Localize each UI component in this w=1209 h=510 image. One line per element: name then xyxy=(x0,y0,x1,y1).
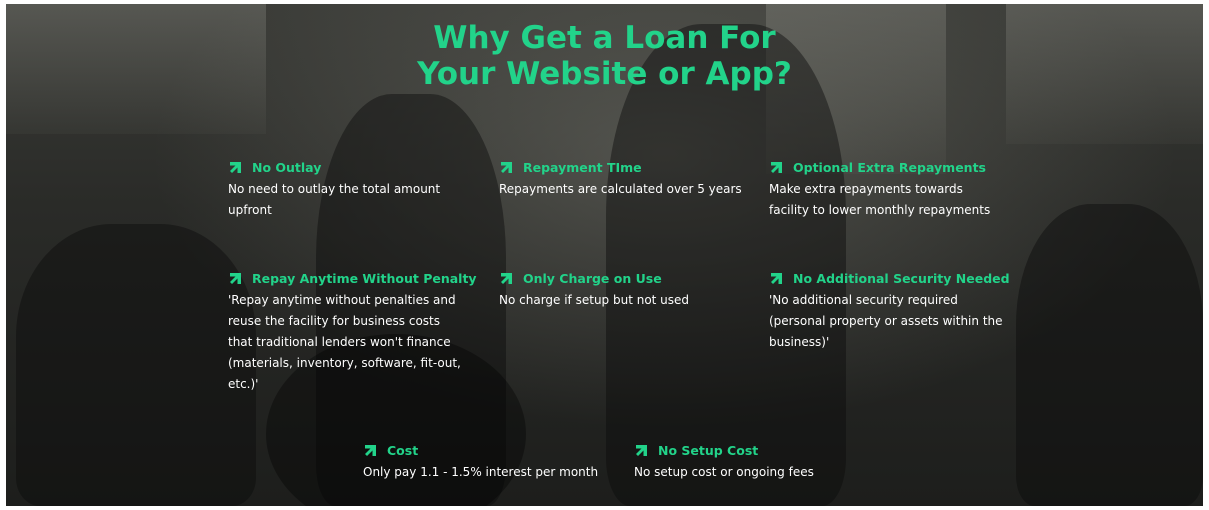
feature-description: No setup cost or ongoing fees xyxy=(634,465,814,479)
feature-no-additional-security: No Additional Security Needed 'No additi… xyxy=(769,268,1019,353)
arrow-up-right-icon xyxy=(501,162,512,173)
feature-title: Only Charge on Use xyxy=(523,270,662,286)
hero-section: Why Get a Loan For Your Website or App? … xyxy=(6,4,1203,506)
arrow-up-right-icon xyxy=(365,445,376,456)
feature-title: No Setup Cost xyxy=(658,442,759,458)
background-person xyxy=(1016,204,1203,506)
background-person xyxy=(606,24,846,506)
page-title-line2: Your Website or App? xyxy=(417,56,792,92)
feature-description: Repayments are calculated over 5 years xyxy=(499,182,742,196)
arrow-up-right-icon xyxy=(771,273,782,284)
feature-title: Repayment TIme xyxy=(523,159,642,175)
page-title-line1: Why Get a Loan For xyxy=(433,20,776,56)
feature-no-outlay: No Outlay No need to outlay the total am… xyxy=(228,157,478,221)
feature-description: 'No additional security required (person… xyxy=(769,293,1003,349)
feature-optional-extra-repayments: Optional Extra Repayments Make extra rep… xyxy=(769,157,1019,221)
feature-title: Repay Anytime Without Penalty xyxy=(252,270,477,286)
feature-title: Optional Extra Repayments xyxy=(793,159,986,175)
feature-description: 'Repay anytime without penalties and reu… xyxy=(228,293,461,391)
arrow-up-right-icon xyxy=(230,162,241,173)
feature-description: No charge if setup but not used xyxy=(499,293,690,307)
feature-only-charge-on-use: Only Charge on Use No charge if setup bu… xyxy=(499,268,749,311)
feature-title: No Additional Security Needed xyxy=(793,270,1010,286)
arrow-up-right-icon xyxy=(230,273,241,284)
feature-repayment-time: Repayment TIme Repayments are calculated… xyxy=(499,157,749,200)
feature-title: No Outlay xyxy=(252,159,322,175)
feature-title: Cost xyxy=(387,442,419,458)
feature-description: No need to outlay the total amount upfro… xyxy=(228,182,441,217)
feature-no-setup-cost: No Setup Cost No setup cost or ongoing f… xyxy=(634,440,884,483)
feature-cost: Cost Only pay 1.1 - 1.5% interest per mo… xyxy=(363,440,613,483)
arrow-up-right-icon xyxy=(771,162,782,173)
arrow-up-right-icon xyxy=(636,445,647,456)
arrow-up-right-icon xyxy=(501,273,512,284)
feature-description: Make extra repayments towards facility t… xyxy=(769,182,991,217)
background-person xyxy=(16,224,256,506)
feature-description: Only pay 1.1 - 1.5% interest per month xyxy=(363,465,599,479)
page-title: Why Get a Loan For Your Website or App? xyxy=(6,20,1203,92)
feature-repay-anytime: Repay Anytime Without Penalty 'Repay any… xyxy=(228,268,478,395)
